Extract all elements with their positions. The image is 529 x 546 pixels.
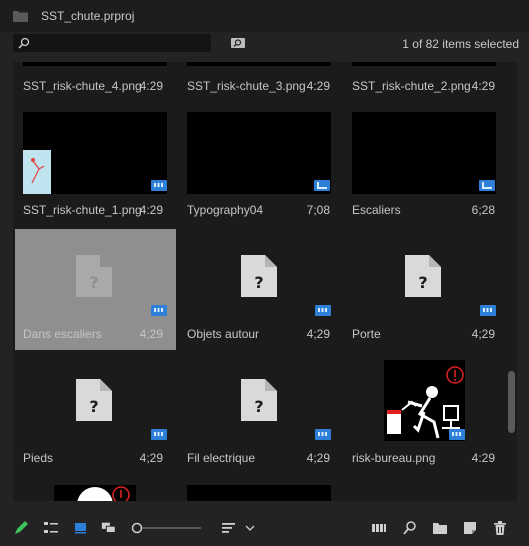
missing-media-icon: ? — [76, 379, 112, 421]
item-name[interactable]: SST_risk-chute_3.png — [187, 79, 306, 93]
thumbnail[interactable] — [23, 112, 167, 194]
missing-media-icon: ? — [76, 255, 112, 297]
freeform-view-icon[interactable] — [101, 520, 117, 536]
trash-icon[interactable] — [492, 520, 508, 536]
svg-text:?: ? — [89, 273, 98, 292]
media-grid[interactable]: SST_risk-chute_4.png 4:29 SST_risk-chute… — [13, 62, 517, 501]
search-icon — [18, 37, 30, 49]
thumbnail[interactable] — [187, 112, 331, 194]
new-search-bin-icon[interactable] — [231, 37, 245, 49]
item-duration: 4:29 — [139, 79, 163, 93]
item-name[interactable]: Fil electrique — [187, 451, 255, 465]
item-duration: 6;28 — [471, 203, 495, 217]
icon-view-icon[interactable] — [73, 520, 89, 536]
sort-icon[interactable] — [221, 520, 237, 536]
item-name[interactable]: Porte — [352, 327, 381, 341]
item-duration: 4:29 — [139, 203, 163, 217]
folder-icon — [13, 11, 28, 22]
thumbnail[interactable] — [54, 485, 136, 501]
item-duration: 4;29 — [306, 327, 330, 341]
project-title: SST_chute.prproj — [41, 9, 135, 23]
zoom-slider[interactable] — [131, 521, 203, 535]
clip-type-badge — [151, 180, 167, 191]
svg-text:?: ? — [418, 273, 427, 292]
missing-media-icon: ? — [241, 379, 277, 421]
item-duration: 4;29 — [139, 451, 163, 465]
new-bin-icon[interactable] — [432, 520, 448, 536]
clip-type-badge — [151, 305, 167, 316]
scrollbar-thumb[interactable] — [508, 371, 515, 433]
clip-type-badge — [151, 429, 167, 440]
falling-person-icon — [31, 158, 45, 184]
item-name[interactable]: Pieds — [23, 451, 53, 465]
new-item-icon[interactable] — [462, 520, 478, 536]
thumbnail[interactable] — [187, 485, 331, 501]
item-name[interactable]: Objets autour — [187, 327, 259, 341]
item-duration: 4;29 — [471, 327, 495, 341]
item-name[interactable]: Dans escaliers — [23, 327, 102, 341]
item-name[interactable]: risk-bureau.png — [352, 451, 435, 465]
item-duration: 4:29 — [471, 451, 495, 465]
svg-text:?: ? — [89, 397, 98, 416]
search-input[interactable] — [13, 34, 211, 52]
selection-count: 1 of 82 items selected — [402, 37, 519, 51]
thumbnail[interactable] — [23, 62, 167, 66]
item-name[interactable]: SST_risk-chute_2.png — [352, 79, 471, 93]
clip-type-badge — [315, 429, 331, 440]
chevron-down-icon[interactable] — [245, 524, 255, 532]
thumbnail[interactable] — [352, 62, 496, 66]
scrollbar[interactable] — [507, 62, 517, 501]
item-duration: 4;29 — [139, 327, 163, 341]
automate-sequence-icon[interactable] — [371, 520, 387, 536]
svg-text:?: ? — [254, 397, 263, 416]
item-name[interactable]: Escaliers — [352, 203, 401, 217]
item-duration: 4:29 — [306, 79, 330, 93]
warning-illustration — [77, 486, 130, 501]
thumbnail[interactable] — [384, 360, 465, 441]
clip-type-badge — [449, 429, 465, 440]
thumbnail[interactable] — [187, 62, 331, 66]
svg-text:?: ? — [254, 273, 263, 292]
item-name[interactable]: Typography04 — [187, 203, 263, 217]
find-icon[interactable] — [402, 520, 418, 536]
clip-type-badge — [480, 305, 496, 316]
missing-media-icon: ? — [405, 255, 441, 297]
sequence-badge — [314, 180, 330, 191]
pencil-icon[interactable] — [13, 520, 29, 536]
missing-media-icon: ? — [241, 255, 277, 297]
item-duration: 4:29 — [471, 79, 495, 93]
thumbnail[interactable] — [352, 112, 496, 194]
item-duration: 7;08 — [306, 203, 330, 217]
clip-type-badge — [315, 305, 331, 316]
sequence-badge — [479, 180, 495, 191]
item-duration: 4;29 — [306, 451, 330, 465]
list-view-icon[interactable] — [43, 520, 59, 536]
